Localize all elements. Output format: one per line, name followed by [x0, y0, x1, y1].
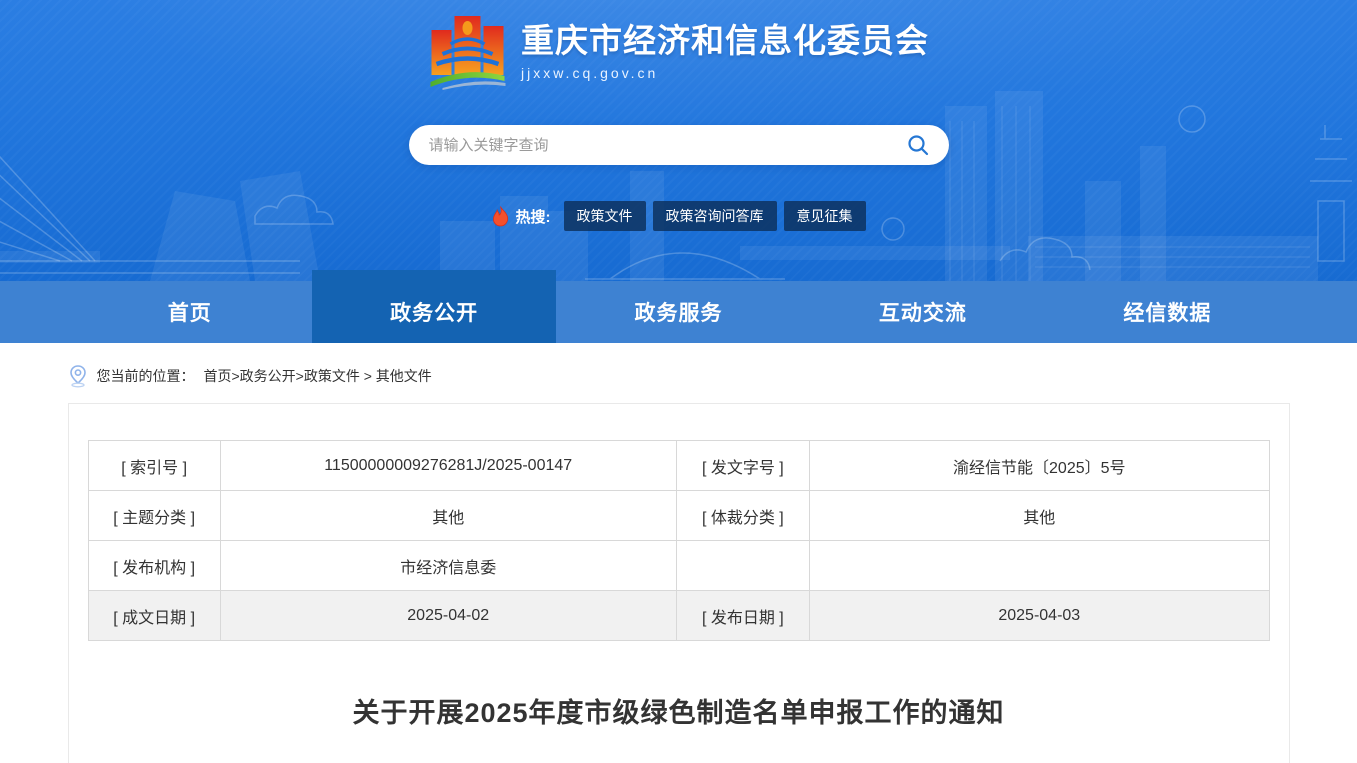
search-box[interactable] [408, 125, 949, 165]
meta-row: [ 成文日期 ] 2025-04-02 [ 发布日期 ] 2025-04-03 [87, 590, 1270, 641]
site-url: jjxxw.cq.gov.cn [521, 65, 659, 82]
breadcrumb-trail[interactable]: 首页>政务公开>政策文件 > 其他文件 [204, 366, 432, 386]
breadcrumb: 您当前的位置： 首页>政务公开>政策文件 > 其他文件 [68, 364, 1290, 388]
meta-label-cell: [ 主题分类 ] [87, 490, 221, 541]
main-navigation: 首页 政务公开 政务服务 互动交流 经信数据 [0, 270, 1357, 343]
meta-value-cell: 市经济信息委 [219, 540, 677, 591]
search-button[interactable] [903, 130, 933, 160]
hot-search-button-2[interactable]: 意见征集 [783, 201, 866, 231]
hot-search-row: 热搜: 政策文件 政策咨询问答库 意见征集 [492, 201, 866, 231]
meta-label-cell: [ 索引号 ] [87, 440, 221, 491]
flame-icon [492, 205, 508, 226]
meta-row: [ 发布机构 ] 市经济信息委 [87, 540, 1270, 591]
hot-search-button-0[interactable]: 政策文件 [563, 201, 646, 231]
meta-row: [ 索引号 ] 11500000009276281J/2025-00147 [ … [87, 440, 1270, 491]
meta-label-cell: [ 发布机构 ] [87, 540, 221, 591]
nav-tab-3[interactable]: 互动交流 [801, 281, 1045, 343]
great-hall-building-icon [430, 16, 505, 90]
location-pin-icon [69, 365, 86, 388]
meta-value-cell: 11500000009276281J/2025-00147 [219, 440, 677, 491]
meta-value-cell: 2025-04-03 [809, 590, 1270, 641]
search-icon [907, 135, 928, 156]
site-logo-group[interactable]: 重庆市经济和信息化委员会 jjxxw.cq.gov.cn [428, 10, 929, 90]
meta-value-cell: 渝经信节能〔2025〕5号 [809, 440, 1270, 491]
meta-value-cell: 2025-04-02 [219, 590, 677, 641]
meta-label-cell [675, 540, 811, 591]
search-input[interactable] [428, 136, 903, 154]
meta-label-cell: [ 体裁分类 ] [675, 490, 811, 541]
hot-search-label: 热搜: [515, 208, 551, 226]
meta-label-cell: [ 成文日期 ] [87, 590, 221, 641]
meta-label-cell: [ 发布日期 ] [675, 590, 811, 641]
document-card: [ 索引号 ] 11500000009276281J/2025-00147 [ … [67, 403, 1290, 763]
document-meta-table: [ 索引号 ] 11500000009276281J/2025-00147 [ … [87, 440, 1270, 641]
nav-tab-4[interactable]: 经信数据 [1045, 281, 1289, 343]
hot-search-button-1[interactable]: 政策咨询问答库 [652, 201, 777, 231]
breadcrumb-prefix: 您当前的位置： [96, 368, 195, 384]
nav-tab-1[interactable]: 政务公开 [311, 270, 557, 343]
meta-row: [ 主题分类 ] 其他 [ 体裁分类 ] 其他 [87, 490, 1270, 541]
nav-tab-0[interactable]: 首页 [68, 281, 312, 343]
meta-value-cell [809, 540, 1270, 591]
meta-value-cell: 其他 [809, 490, 1270, 541]
nav-tab-2[interactable]: 政务服务 [556, 281, 800, 343]
article-title: 关于开展2025年度市级绿色制造名单申报工作的通知 [352, 698, 1005, 728]
site-title: 重庆市经济和信息化委员会 [521, 21, 929, 59]
site-banner: 重庆市经济和信息化委员会 jjxxw.cq.gov.cn 热搜: 政策文件 政策… [0, 0, 1357, 281]
meta-label-cell: [ 发文字号 ] [675, 440, 811, 491]
meta-value-cell: 其他 [219, 490, 677, 541]
